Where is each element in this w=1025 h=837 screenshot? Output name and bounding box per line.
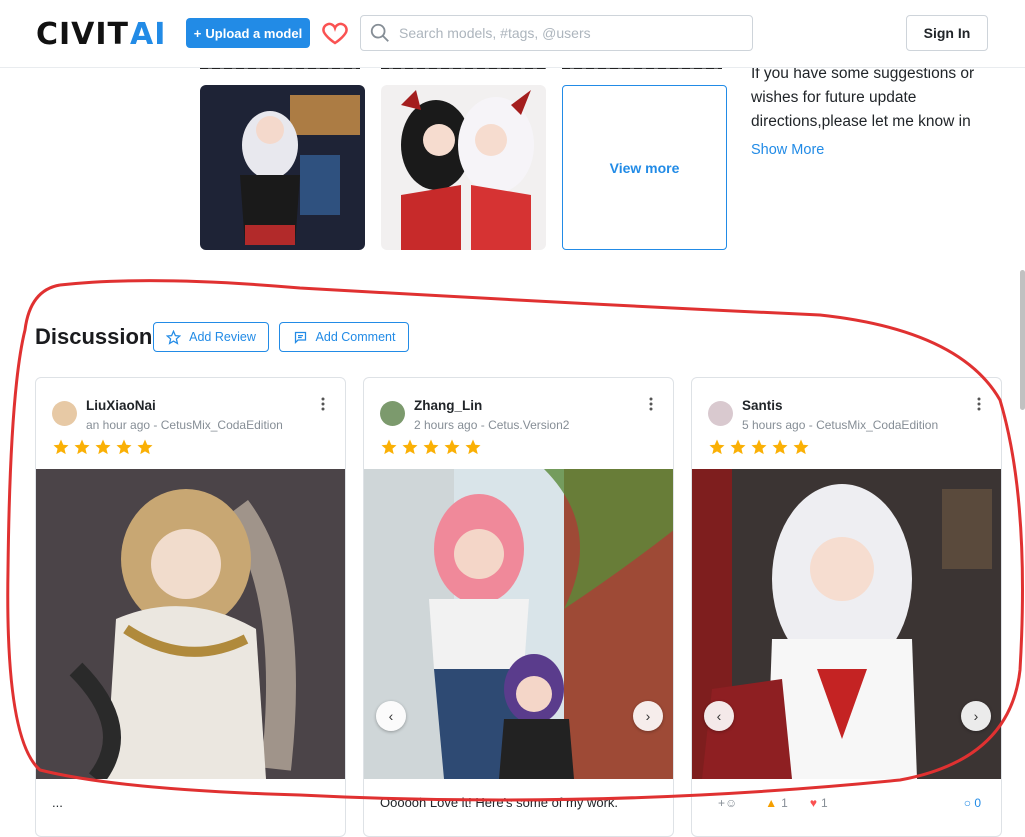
review-image[interactable]: ‹ ›: [692, 469, 1001, 779]
search-placeholder: Search models, #tags, @users: [399, 25, 591, 41]
like-icon[interactable]: ▲: [765, 796, 777, 810]
sign-in-button[interactable]: Sign In: [906, 15, 988, 51]
review-card: Santis 5 hours ago - CetusMix_CodaEditio…: [691, 377, 1002, 837]
show-more-link[interactable]: Show More: [751, 142, 824, 158]
review-text: Oooooh Love it! Here's some of my work.: [380, 795, 619, 810]
avatar[interactable]: [52, 401, 77, 426]
star-icon: [465, 439, 481, 455]
add-review-label: Add Review: [189, 330, 256, 344]
search-icon: [370, 23, 389, 42]
review-version[interactable]: CetusMix_CodaEdition: [161, 418, 283, 432]
review-time: an hour ago: [86, 418, 151, 432]
prev-image-button[interactable]: ‹: [704, 701, 734, 731]
review-image[interactable]: ‹ ›: [364, 469, 673, 779]
reaction-bar: +☺ ▲ 1 ♥ 1 ○ 0: [718, 796, 981, 810]
discussion-heading: Discussion: [35, 324, 153, 349]
next-image-button[interactable]: ›: [633, 701, 663, 731]
add-reaction-icon[interactable]: +☺: [718, 796, 737, 810]
heart-count: 1: [820, 796, 828, 810]
review-card: LiuXiaoNai an hour ago - CetusMix_CodaEd…: [35, 377, 346, 837]
add-review-button[interactable]: Add Review: [153, 322, 269, 352]
star-icon: [95, 439, 111, 455]
heart-icon[interactable]: [320, 18, 350, 48]
star-icon: [137, 439, 153, 455]
star-icon: [793, 439, 809, 455]
review-time: 5 hours ago: [742, 418, 806, 432]
more-options-icon[interactable]: [973, 396, 985, 412]
review-username[interactable]: Zhang_Lin: [414, 398, 482, 413]
star-icon: [116, 439, 132, 455]
model-description: If you have some suggestions or wishes f…: [751, 65, 975, 130]
star-rating: [708, 438, 810, 456]
review-card: Zhang_Lin 2 hours ago - Cetus.Version2 ‹…: [363, 377, 674, 837]
review-username[interactable]: LiuXiaoNai: [86, 398, 156, 413]
star-rating: [380, 438, 482, 456]
chevron-left-icon: ‹: [716, 708, 722, 724]
comment-icon: [294, 331, 306, 344]
heart-reaction-icon[interactable]: ♥: [810, 796, 817, 810]
top-header: CIVIT AI + Upload a model Search models,…: [0, 0, 1025, 68]
review-time: 2 hours ago: [414, 418, 478, 432]
star-icon: [709, 439, 725, 455]
add-comment-label: Add Comment: [315, 330, 396, 344]
chevron-right-icon: ›: [973, 708, 979, 724]
comment-count-button[interactable]: ○ 0: [964, 796, 981, 810]
gallery-image[interactable]: [381, 85, 546, 250]
review-meta: 5 hours ago - CetusMix_CodaEdition: [742, 418, 939, 432]
civitai-logo[interactable]: CIVIT AI: [36, 19, 176, 47]
review-username[interactable]: Santis: [742, 398, 783, 413]
more-options-icon[interactable]: [645, 396, 657, 412]
star-icon: [423, 439, 439, 455]
star-icon: [74, 439, 90, 455]
chevron-right-icon: ›: [645, 708, 651, 724]
svg-text:AI: AI: [130, 19, 166, 47]
star-icon: [772, 439, 788, 455]
next-image-button[interactable]: ›: [961, 701, 991, 731]
avatar[interactable]: [708, 401, 733, 426]
star-icon: [402, 439, 418, 455]
star-outline-icon: [166, 329, 182, 345]
page-scrollbar[interactable]: [1020, 270, 1025, 410]
chevron-left-icon: ‹: [388, 708, 394, 724]
like-count: 1: [781, 796, 788, 810]
avatar[interactable]: [380, 401, 405, 426]
more-options-icon[interactable]: [317, 396, 329, 412]
svg-text:CIVIT: CIVIT: [36, 19, 129, 47]
star-rating: [52, 438, 154, 456]
review-text: ...: [52, 795, 63, 810]
upload-label: Upload a model: [205, 25, 303, 41]
view-more-button[interactable]: View more: [562, 85, 727, 250]
review-version[interactable]: CetusMix_CodaEdition: [816, 418, 938, 432]
comment-count: 0: [974, 796, 981, 810]
gallery-image[interactable]: [200, 85, 365, 250]
star-icon: [444, 439, 460, 455]
add-comment-button[interactable]: Add Comment: [279, 322, 409, 352]
review-version[interactable]: Cetus.Version2: [488, 418, 569, 432]
star-icon: [381, 439, 397, 455]
search-input[interactable]: Search models, #tags, @users: [360, 15, 753, 51]
review-meta: an hour ago - CetusMix_CodaEdition: [86, 418, 283, 432]
upload-model-button[interactable]: + Upload a model: [186, 18, 310, 48]
prev-image-button[interactable]: ‹: [376, 701, 406, 731]
review-meta: 2 hours ago - Cetus.Version2: [414, 418, 570, 432]
star-icon: [53, 439, 69, 455]
star-icon: [730, 439, 746, 455]
comment-bubble-icon: ○: [963, 796, 971, 810]
star-icon: [751, 439, 767, 455]
review-image[interactable]: [36, 469, 345, 779]
plus-icon: +: [193, 25, 202, 41]
